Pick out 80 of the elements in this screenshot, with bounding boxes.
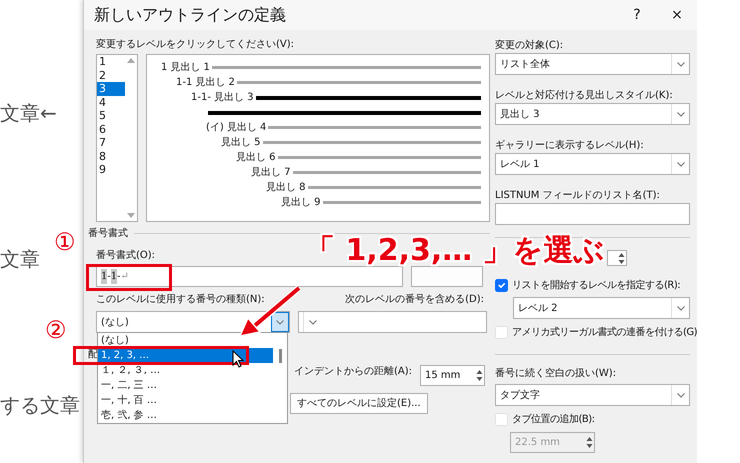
step-number: ② bbox=[45, 316, 67, 344]
spin-arrows-icon bbox=[475, 368, 484, 383]
list-item[interactable]: 3 bbox=[97, 82, 125, 96]
dropdown[interactable]: レベル 2 bbox=[513, 297, 690, 319]
annotation-caption: 「 1,2,3,… 」を選ぶ bbox=[305, 236, 605, 266]
heading-text: 見出し 9 bbox=[281, 196, 321, 210]
dropdown[interactable]: タブ文字 bbox=[495, 384, 690, 406]
list-item[interactable]: 8 bbox=[97, 150, 125, 163]
list-item[interactable]: 壱, 弐, 参 … bbox=[98, 408, 273, 423]
dropdown[interactable]: リスト全体 bbox=[495, 53, 690, 75]
spin-box[interactable]: 15 mm bbox=[420, 365, 485, 386]
caret-icon bbox=[676, 392, 684, 398]
outline-number: (イ) bbox=[206, 121, 224, 135]
field-label: 配 bbox=[88, 348, 98, 362]
level-list[interactable]: 1 2 3 4 5 6 7 8 9 bbox=[96, 54, 138, 222]
caret-icon bbox=[676, 162, 684, 166]
spin-arrows-icon bbox=[617, 250, 626, 266]
heading-text: 見出し 6 bbox=[236, 150, 276, 165]
spin-arrows-icon bbox=[585, 435, 594, 450]
list-item[interactable]: 9 bbox=[97, 163, 125, 176]
caret-icon bbox=[676, 112, 684, 116]
close-button[interactable]: × bbox=[657, 4, 697, 26]
field-label: このレベルに使用する番号の種類(N): bbox=[96, 293, 265, 307]
spin-box: 22.5 mm bbox=[510, 432, 595, 453]
dropdown[interactable] bbox=[298, 311, 487, 333]
document-text: 文章← bbox=[0, 100, 58, 126]
group-label: 番号書式 bbox=[88, 226, 128, 241]
checkbox[interactable] bbox=[495, 279, 508, 292]
heading-text: 見出し 3 bbox=[214, 90, 254, 105]
caret-icon bbox=[676, 306, 684, 310]
caret-icon bbox=[308, 320, 316, 324]
window-title: 新しいアウトラインの定義 bbox=[94, 4, 287, 26]
dropdown[interactable]: レベル 1 bbox=[495, 153, 690, 175]
heading-text: 見出し 5 bbox=[221, 136, 261, 150]
step-number: ① bbox=[54, 228, 76, 256]
checkbox-label: アメリカ式リーガル書式の連番を付ける(G) bbox=[512, 326, 698, 340]
field-label: 変更の対象(C): bbox=[495, 39, 564, 53]
heading-text: 見出し 7 bbox=[251, 166, 291, 180]
outline-number: 1-1 bbox=[176, 76, 192, 90]
list-item[interactable]: 一, 二, 三 … bbox=[98, 378, 273, 393]
field-label: 番号書式(O): bbox=[96, 249, 156, 263]
outline-number: 1-1- bbox=[191, 91, 211, 105]
field-label: LISTNUM フィールドのリスト名(T): bbox=[495, 189, 661, 203]
cursor-icon bbox=[232, 350, 244, 368]
heading-text: 見出し 4 bbox=[226, 120, 266, 135]
checkbox-label: タブ位置の追加(B): bbox=[512, 412, 595, 427]
caret-icon bbox=[676, 62, 684, 66]
document-text: する文章 bbox=[0, 392, 81, 418]
field-label: ギャラリーに表示するレベル(H): bbox=[495, 139, 645, 153]
scroll-down-icon bbox=[127, 213, 135, 218]
dropdown[interactable]: 見出し 3 bbox=[495, 103, 690, 125]
list-item[interactable]: 4 bbox=[97, 96, 125, 109]
list-item[interactable]: 5 bbox=[97, 109, 125, 122]
format-field[interactable]: 1-1-↵ bbox=[96, 266, 403, 287]
list-item[interactable]: 2 bbox=[97, 68, 125, 82]
list-item[interactable]: (なし) bbox=[98, 333, 273, 348]
field-label: 変更するレベルをクリックしてください(V): bbox=[96, 38, 294, 52]
outline-number: 1 bbox=[161, 61, 168, 75]
text-input[interactable] bbox=[495, 203, 690, 225]
spin-box[interactable] bbox=[607, 250, 627, 266]
scrollbar-thumb bbox=[278, 349, 282, 363]
help-button[interactable]: ? bbox=[617, 4, 657, 26]
field-label: インデントからの距離(A): bbox=[294, 365, 412, 379]
field-label: 番号に続く空白の扱い(W): bbox=[495, 367, 616, 381]
list-item[interactable]: 6 bbox=[97, 122, 125, 136]
scroll-up-icon bbox=[127, 58, 135, 63]
list-item[interactable]: １, ２, ３, … bbox=[98, 363, 273, 378]
caret-icon bbox=[276, 320, 284, 324]
document-text: 文章 bbox=[0, 246, 41, 272]
field-label: 次のレベルの番号を含める(D): bbox=[345, 293, 484, 307]
heading-text: 見出し 8 bbox=[266, 180, 306, 195]
font-button[interactable] bbox=[411, 266, 483, 287]
heading-text: 見出し 2 bbox=[195, 76, 235, 90]
checkbox-label: リストを開始するレベルを指定する(R): bbox=[512, 278, 680, 293]
list-item[interactable]: 7 bbox=[97, 136, 125, 150]
heading-text: 見出し 1 bbox=[170, 60, 210, 75]
list-item[interactable]: 一, 十, 百 … bbox=[98, 393, 273, 408]
apply-all-button[interactable]: すべてのレベルに設定(E)... bbox=[290, 393, 428, 414]
list-item[interactable]: 1 bbox=[97, 55, 125, 68]
field-label: レベルと対応付ける見出しスタイル(K): bbox=[495, 89, 674, 103]
